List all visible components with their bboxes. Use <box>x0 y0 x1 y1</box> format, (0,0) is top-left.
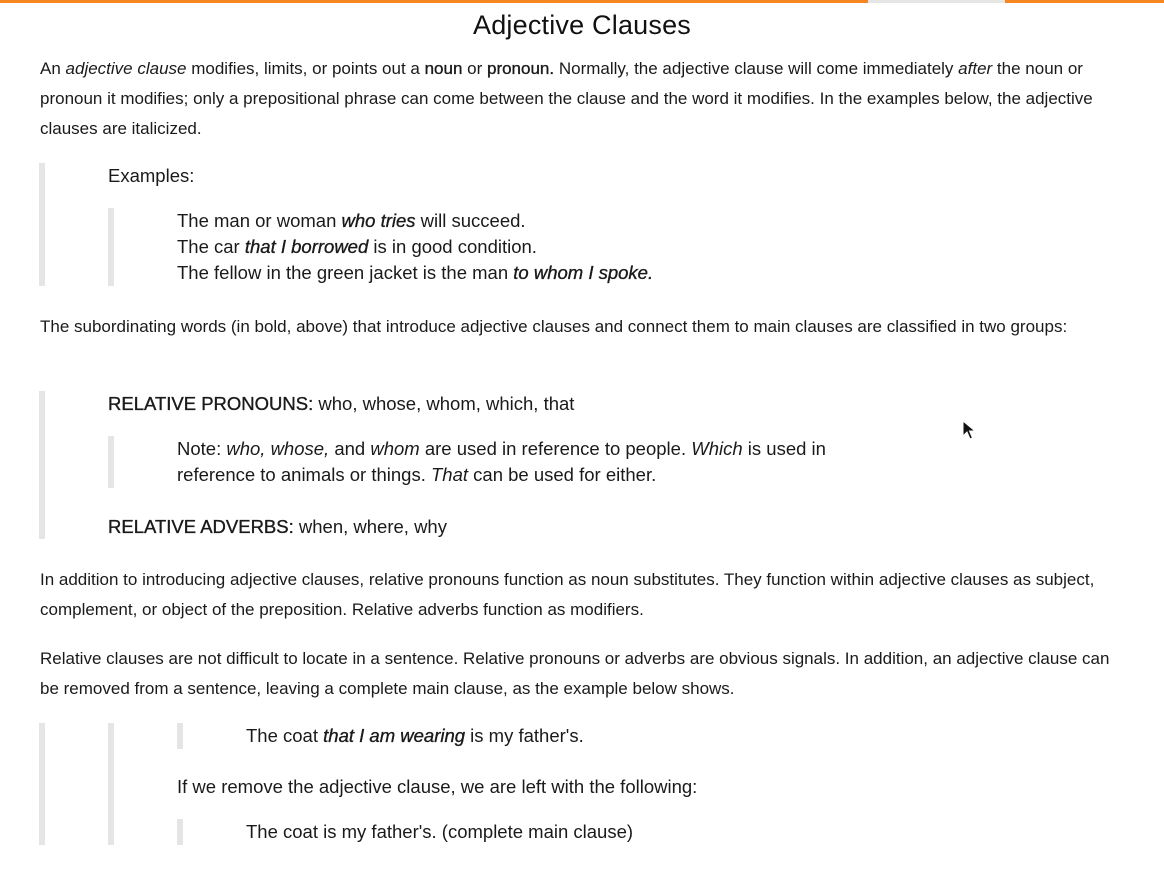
examples-heading: Examples: <box>108 165 195 186</box>
relative-pronouns-line: RELATIVE PRONOUNS: who, whose, whom, whi… <box>108 393 575 414</box>
relative-adverbs-line: RELATIVE ADVERBS: when, where, why <box>108 516 447 537</box>
video-progress-buffered <box>1005 0 1164 3</box>
addition-paragraph: In addition to introducing adjective cla… <box>40 570 1095 619</box>
coat-inner-quote-bar <box>108 723 114 845</box>
video-progress-played <box>0 0 868 3</box>
example-sentence: The man or woman who tries will succeed. <box>177 210 526 231</box>
coat-example-quote-bar <box>177 723 183 749</box>
note-line: Note: who, whose, and whom are used in r… <box>177 438 826 459</box>
locate-paragraph: Relative clauses are not difficult to lo… <box>40 649 1110 698</box>
coat-result-quote-bar <box>177 819 183 845</box>
intro-paragraph: An adjective clause modifies, limits, or… <box>40 59 1093 138</box>
example-sentence: The fellow in the green jacket is the ma… <box>177 262 654 283</box>
example-sentence: The car that I borrowed is in good condi… <box>177 236 537 257</box>
coat-result-sentence: The coat is my father's. (complete main … <box>246 821 634 842</box>
examples-inner-quote-bar <box>108 208 114 286</box>
note-line: reference to animals or things. That can… <box>177 464 657 485</box>
video-progress-track[interactable] <box>0 0 1164 3</box>
coat-example-sentence: The coat that I am wearing is my father'… <box>246 725 584 746</box>
subordinating-paragraph: The subordinating words (in bold, above)… <box>40 317 1068 336</box>
mouse-pointer-icon <box>962 420 976 440</box>
remove-clause-sentence: If we remove the adjective clause, we ar… <box>177 776 698 797</box>
page-title: Adjective Clauses <box>472 10 691 40</box>
groups-quote-bar <box>39 391 45 539</box>
examples-quote-bar <box>39 163 45 286</box>
note-quote-bar <box>108 436 114 488</box>
coat-quote-bar <box>39 723 45 845</box>
